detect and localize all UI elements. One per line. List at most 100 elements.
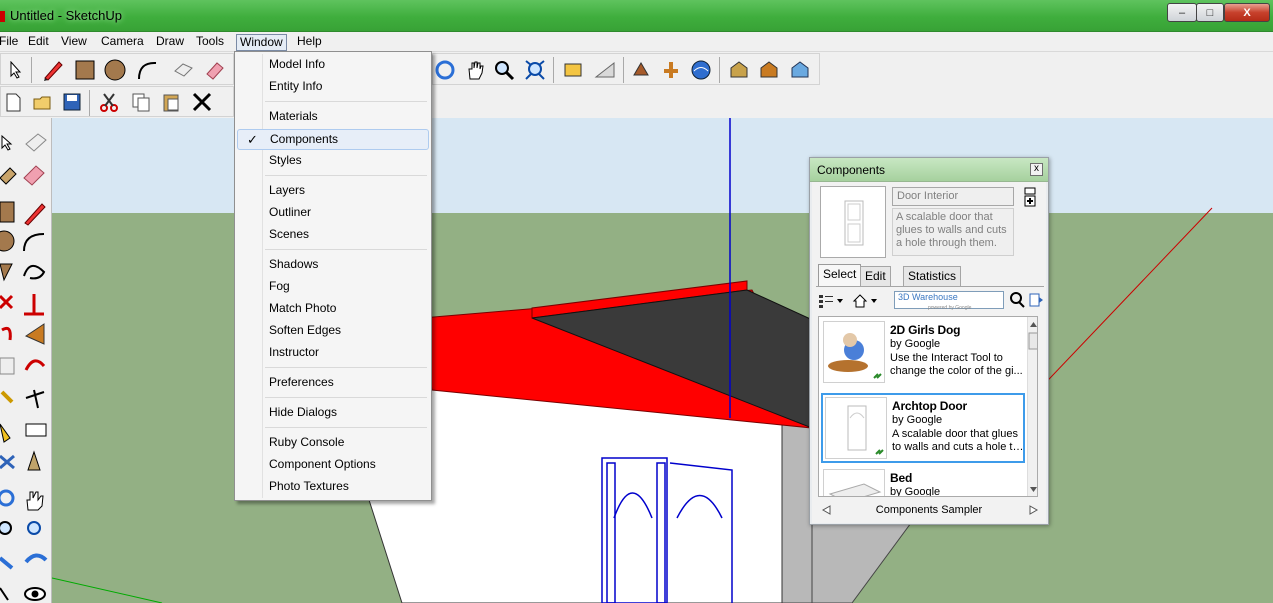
zoom-icon[interactable] [492, 58, 516, 82]
menu-window[interactable]: Window [236, 34, 287, 51]
menu-item-components[interactable]: ✓ Components [237, 129, 429, 150]
component-browser-bar: 3D Warehouse powered by Google [816, 290, 1044, 312]
menu-file[interactable]: File [0, 34, 21, 51]
menu-item-fog[interactable]: Fog [237, 276, 429, 297]
open-file-icon[interactable] [31, 90, 55, 114]
menu-item-hide-dialogs[interactable]: Hide Dialogs [237, 402, 429, 423]
new-file-icon[interactable] [1, 90, 25, 114]
menu-edit[interactable]: Edit [25, 34, 52, 51]
menu-camera[interactable]: Camera [98, 34, 147, 51]
collection-footer: Components Sampler [816, 500, 1042, 520]
item-author: by Google [892, 414, 943, 426]
menu-help[interactable]: Help [294, 34, 325, 51]
close-window-button[interactable]: X [1224, 3, 1270, 22]
item-description-2: to walls and cuts a hole th... [892, 441, 1026, 453]
checkmark-icon: ✓ [247, 132, 258, 147]
match-photo-icon[interactable] [593, 58, 617, 82]
forward-arrow-icon[interactable] [1028, 500, 1040, 527]
list-item[interactable]: 2D Girls Dog by Google Use the Interact … [821, 319, 1025, 389]
make-component-icon[interactable] [171, 58, 195, 82]
back-arrow-icon[interactable] [820, 500, 832, 527]
menu-item-component-options[interactable]: Component Options [237, 454, 429, 475]
item-description-2: change the color of the gi... [890, 365, 1023, 377]
menu-bar: File Edit View Camera Draw Tools Window … [0, 32, 1273, 52]
collection-name: Components Sampler [875, 504, 983, 516]
tab-select[interactable]: Select [818, 264, 862, 286]
menu-item-materials[interactable]: Materials [237, 106, 429, 127]
large-tool-icons[interactable] [0, 118, 52, 603]
menu-item-entity-info[interactable]: Entity Info [237, 76, 429, 97]
navigation-home-icon[interactable] [852, 292, 882, 310]
maximize-button[interactable]: □ [1196, 3, 1224, 22]
component-preview [820, 186, 886, 258]
minimize-button[interactable]: – [1167, 3, 1197, 22]
details-arrow-icon[interactable] [1028, 291, 1044, 309]
save-icon[interactable] [60, 90, 84, 114]
warehouse-share-icon[interactable] [757, 58, 781, 82]
menu-item-preferences[interactable]: Preferences [237, 372, 429, 393]
menu-item-outliner[interactable]: Outliner [237, 202, 429, 223]
get-models-icon[interactable] [629, 58, 653, 82]
tab-statistics[interactable]: Statistics [903, 266, 962, 286]
sketchup-app-icon[interactable] [0, 11, 5, 22]
menu-item-scenes[interactable]: Scenes [237, 224, 429, 245]
item-author: by Google [890, 338, 941, 350]
close-icon[interactable]: x [1030, 163, 1043, 176]
eraser-icon[interactable] [202, 58, 226, 82]
menu-item-shadows[interactable]: Shadows [237, 254, 429, 275]
components-list: 2D Girls Dog by Google Use the Interact … [818, 316, 1038, 497]
item-name: Bed [890, 471, 913, 485]
arc-icon[interactable] [135, 58, 159, 82]
menu-item-photo-textures[interactable]: Photo Textures [237, 476, 429, 497]
large-tool-set [0, 118, 52, 603]
get-photo-texture-icon[interactable] [561, 58, 585, 82]
zoom-extents-icon[interactable] [523, 58, 547, 82]
camera-toolbar [432, 53, 820, 85]
menu-item-layers[interactable]: Layers [237, 180, 429, 201]
components-title-bar[interactable]: Components x [810, 158, 1048, 182]
select-icon[interactable] [4, 58, 28, 82]
menu-draw[interactable]: Draw [153, 34, 187, 51]
component-description-field[interactable]: A scalable door that glues to walls and … [892, 208, 1014, 256]
menu-item-soften-edges[interactable]: Soften Edges [237, 320, 429, 341]
item-description: Use the Interact Tool to [890, 352, 1003, 364]
components-window: Components x Door Interior A scalable do… [809, 157, 1049, 525]
toolbar-area [0, 52, 1273, 118]
warehouse-get-icon[interactable] [727, 58, 751, 82]
component-name-field[interactable]: Door Interior [892, 187, 1014, 206]
orbit-icon[interactable] [433, 58, 457, 82]
getting-started-toolbar [0, 53, 234, 85]
warehouse-search-input[interactable]: 3D Warehouse powered by Google [894, 291, 1004, 311]
view-options-icon[interactable] [818, 292, 846, 310]
menu-tools[interactable]: Tools [193, 34, 227, 51]
delete-icon[interactable] [190, 90, 214, 114]
copy-icon[interactable] [129, 90, 153, 114]
title-bar: Untitled - SketchUp – □ X [0, 0, 1273, 32]
menu-view[interactable]: View [58, 34, 90, 51]
window-menu-dropdown: Model Info Entity Info Materials ✓ Compo… [234, 51, 432, 501]
component-share-icon[interactable] [788, 58, 812, 82]
circle-icon[interactable] [103, 58, 127, 82]
list-item[interactable]: Bed by Google [821, 467, 1025, 497]
pan-icon[interactable] [463, 58, 487, 82]
window-title: Untitled - SketchUp [10, 8, 122, 23]
google-earth-icon[interactable] [689, 58, 713, 82]
menu-item-match-photo[interactable]: Match Photo [237, 298, 429, 319]
standard-toolbar [0, 86, 234, 117]
menu-item-model-info[interactable]: Model Info [237, 54, 429, 75]
component-thumbnail [823, 321, 885, 383]
rectangle-icon[interactable] [73, 58, 97, 82]
menu-item-ruby-console[interactable]: Ruby Console [237, 432, 429, 453]
menu-item-instructor[interactable]: Instructor [237, 342, 429, 363]
share-model-icon[interactable] [659, 58, 683, 82]
pencil-icon[interactable] [41, 58, 65, 82]
list-item-selected[interactable]: Archtop Door by Google A scalable door t… [821, 393, 1026, 463]
menu-item-styles[interactable]: Styles [237, 150, 429, 171]
display-secondary-pane-icon[interactable] [1022, 187, 1038, 207]
paste-icon[interactable] [159, 90, 183, 114]
search-icon[interactable] [1008, 291, 1026, 309]
tab-edit[interactable]: Edit [860, 266, 891, 286]
item-author: by Google [890, 486, 941, 497]
list-scrollbar[interactable] [1027, 317, 1037, 496]
cut-icon[interactable] [97, 90, 121, 114]
